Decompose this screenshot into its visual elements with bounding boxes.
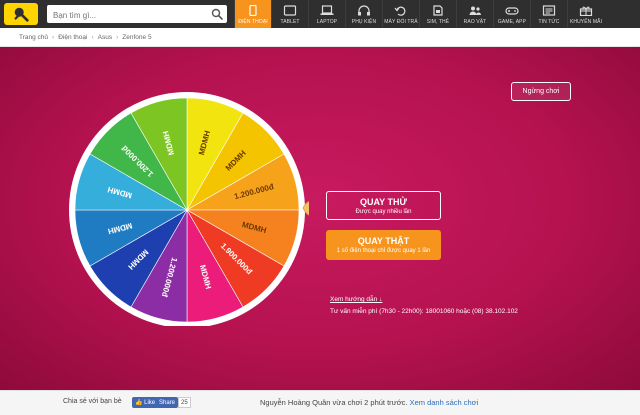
real-spin-title: QUAY THẬT: [357, 236, 410, 246]
main-nav: ĐIỆN THOẠI TABLET LAPTOP PHỤ KIỆN MÁY ĐỔI TR…: [234, 0, 604, 28]
real-spin-button[interactable]: QUAY THẬT 1 số điện thoại chỉ được quay …: [326, 230, 441, 260]
breadcrumb-zenfone[interactable]: Zenfone 5: [122, 34, 151, 41]
nav-item-label: LAPTOP: [316, 19, 338, 25]
breadcrumb-separator: ›: [52, 33, 55, 41]
nav-item-label: TABLET: [280, 19, 300, 25]
nav-item-label: TIN TỨC: [538, 19, 560, 25]
headphones-icon: [358, 5, 370, 16]
news-icon: [542, 5, 556, 16]
player-list-link[interactable]: Xem danh sách chơi: [410, 398, 479, 407]
nav-item-5[interactable]: SIM, THẺ: [419, 0, 456, 28]
recent-activity: Nguyễn Hoàng Quân vừa chơi 2 phút trước.…: [260, 398, 478, 407]
try-spin-button[interactable]: QUAY THỬ Được quay nhiều lần: [326, 191, 441, 220]
nav-item-7[interactable]: GAME, APP: [493, 0, 530, 28]
search-box: [47, 5, 227, 25]
breadcrumb-separator: ›: [116, 33, 119, 41]
nav-item-label: KHUYẾN MÃI: [569, 19, 603, 25]
nav-item-label: MÁY ĐỔI TRẢ: [384, 19, 418, 25]
logo[interactable]: [4, 3, 38, 25]
lucky-wheel: MDMH MDMH 1.200.000đ MDMH 1.900.000đ MDMH 1.20…: [65, 91, 319, 328]
hotline-text: Tư vấn miễn phí (7h30 - 22h00): 18001060…: [330, 308, 518, 315]
activity-text: Nguyễn Hoàng Quân vừa chơi 2 phút trước.: [260, 398, 408, 407]
sim-icon: [433, 5, 443, 16]
phone-icon: [249, 5, 257, 16]
nav-item-0[interactable]: ĐIỆN THOẠI: [234, 0, 271, 28]
gamepad-icon: [505, 7, 519, 15]
top-bar: ĐIỆN THOẠI TABLET LAPTOP PHỤ KIỆN MÁY ĐỔI TR…: [0, 0, 640, 28]
share-label: Chia sẻ với bạn bè: [63, 398, 122, 405]
nav-item-4[interactable]: MÁY ĐỔI TRẢ: [382, 0, 419, 28]
nav-item-2[interactable]: LAPTOP: [308, 0, 345, 28]
breadcrumb-home[interactable]: Trang chủ: [19, 34, 48, 41]
breadcrumb: Trang chủ › Điện thoại › Asus › Zenfone …: [0, 28, 640, 47]
bottom-bar: Chia sẻ với bạn bè 👍 Like Share 25 Nguyễ…: [0, 390, 640, 415]
like-label: Like: [144, 399, 156, 406]
nav-item-label: ĐIỆN THOẠI: [238, 19, 268, 25]
stop-playing-button[interactable]: Ngừng chơi: [511, 82, 571, 101]
try-spin-subtitle: Được quay nhiều lần: [355, 208, 412, 215]
real-spin-subtitle: 1 số điện thoại chỉ được quay 1 lần: [336, 248, 431, 254]
gift-icon: [579, 6, 593, 16]
search-input[interactable]: [47, 6, 197, 25]
nav-item-label: SIM, THẺ: [426, 19, 450, 25]
facebook-share-button[interactable]: Share: [156, 397, 179, 408]
wheel-svg: MDMHMDMH1.200.000đMDMH1.900.000đMDMH1.20…: [69, 92, 319, 328]
try-spin-title: QUAY THỬ: [360, 196, 407, 207]
search-icon[interactable]: [211, 8, 223, 20]
nav-item-6[interactable]: RAO VẶT: [456, 0, 493, 28]
nav-item-9[interactable]: KHUYẾN MÃI: [567, 0, 604, 28]
nav-item-label: GAME, APP: [497, 19, 527, 25]
nav-item-1[interactable]: TABLET: [271, 0, 308, 28]
tablet-icon: [283, 5, 297, 16]
guide-link[interactable]: Xem hướng dẫn ↓: [330, 296, 382, 303]
nav-item-label: PHỤ KIỆN: [351, 19, 377, 25]
facebook-like-button[interactable]: 👍 Like: [132, 397, 159, 408]
exchange-icon: [394, 6, 406, 16]
laptop-icon: [320, 5, 334, 15]
breadcrumb-phones[interactable]: Điện thoại: [58, 34, 87, 41]
breadcrumb-asus[interactable]: Asus: [98, 34, 112, 41]
nav-item-8[interactable]: TIN TỨC: [530, 0, 567, 28]
share-count: 25: [178, 397, 191, 408]
people-icon: [469, 6, 481, 15]
nav-item-label: RAO VẶT: [463, 19, 487, 25]
breadcrumb-separator: ›: [91, 33, 94, 41]
logo-icon: [14, 7, 29, 22]
lucky-wheel-stage: Ngừng chơi MDMH MDMH 1.200.000đ MDMH 1.900.0…: [0, 47, 640, 390]
nav-item-3[interactable]: PHỤ KIỆN: [345, 0, 382, 28]
